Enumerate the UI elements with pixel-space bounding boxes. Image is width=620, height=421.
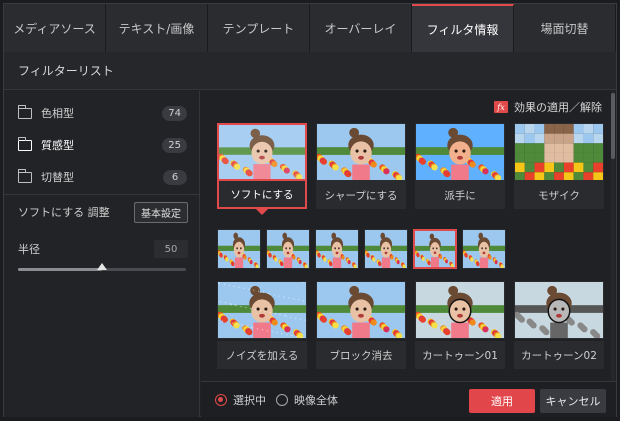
category-label: 質感型 <box>41 139 74 152</box>
footer-bar: 選択中 映像全体 適用 キャンセル <box>201 381 616 417</box>
filter-thumb-cartoon1[interactable] <box>415 281 505 339</box>
tab-media-source[interactable]: メディアソース <box>4 4 106 52</box>
adjust-title: ソフトにする 調整 <box>18 206 110 219</box>
category-list: 色相型 74 質感型 25 切替型 6 <box>4 91 199 195</box>
filter-variant[interactable] <box>462 229 506 269</box>
apply-effect-label: 効果の適用／解除 <box>514 101 602 114</box>
radius-slider[interactable] <box>18 263 186 271</box>
filter-variant[interactable] <box>217 229 261 269</box>
filter-gallery: fx 効果の適用／解除 ソフトにする シャープにする 派手に モザイク ノイズを… <box>201 91 616 381</box>
selected-caret-icon <box>256 209 268 215</box>
tab-text-image[interactable]: テキスト/画像 <box>106 4 208 52</box>
category-count: 6 <box>163 169 187 185</box>
filter-thumb-vivid[interactable] <box>415 123 505 181</box>
filter-variant[interactable] <box>315 229 359 269</box>
cancel-button[interactable]: キャンセル <box>540 389 606 413</box>
filter-label-cartoon2[interactable]: カートゥーン02 <box>514 341 604 369</box>
adjust-row: ソフトにする 調整 基本設定 <box>4 197 200 227</box>
filter-label-cartoon1[interactable]: カートゥーン01 <box>415 341 505 369</box>
filter-label-block[interactable]: ブロック消去 <box>316 341 406 369</box>
filter-thumb-mosaic[interactable] <box>514 123 604 181</box>
folder-open-icon <box>17 136 32 151</box>
filter-thumb-noise[interactable] <box>217 281 307 339</box>
filter-variant[interactable] <box>364 229 408 269</box>
filter-label-sharp[interactable]: シャープにする <box>316 181 406 209</box>
filter-thumb-cartoon2[interactable] <box>514 281 604 339</box>
folder-icon <box>17 104 32 119</box>
apply-effect-toggle[interactable]: fx 効果の適用／解除 <box>494 99 602 115</box>
tab-scene-transition[interactable]: 場面切替 <box>514 4 616 52</box>
filter-label-soft[interactable]: ソフトにする <box>217 181 307 209</box>
gallery-scrollbar[interactable] <box>611 91 615 381</box>
category-sidebar: 色相型 74 質感型 25 切替型 6 ソフトにする 調整 基本設定 半径 50 <box>4 91 200 417</box>
folder-icon <box>17 168 32 183</box>
category-texture[interactable]: 質感型 25 <box>4 129 199 161</box>
radio-whole-video[interactable] <box>276 393 288 406</box>
tab-filter-info[interactable]: フィルタ情報 <box>412 4 514 52</box>
filter-list-title: フィルターリスト <box>4 52 616 90</box>
filter-variant[interactable] <box>266 229 310 269</box>
filter-thumb-block[interactable] <box>316 281 406 339</box>
filter-thumb-sharp[interactable] <box>316 123 406 181</box>
tab-template[interactable]: テンプレート <box>208 4 310 52</box>
radio-whole-label[interactable]: 映像全体 <box>294 392 338 408</box>
category-switch[interactable]: 切替型 6 <box>4 161 199 193</box>
filter-variant-selected[interactable] <box>413 229 457 269</box>
radius-value-field[interactable]: 50 <box>154 240 188 258</box>
scrollbar-thumb[interactable] <box>611 93 615 159</box>
filter-label-noise[interactable]: ノイズを加える <box>217 341 307 369</box>
filter-label-vivid[interactable]: 派手に <box>415 181 505 209</box>
filter-thumb-soft[interactable] <box>217 123 307 181</box>
fx-icon: fx <box>494 101 508 113</box>
slider-thumb[interactable] <box>97 263 107 270</box>
radius-row: 半径 50 <box>4 239 200 259</box>
apply-button[interactable]: 適用 <box>469 389 535 413</box>
category-count: 25 <box>162 137 187 153</box>
radio-selected-label[interactable]: 選択中 <box>233 392 266 408</box>
category-label: 色相型 <box>41 107 74 120</box>
filter-panel: メディアソース テキスト/画像 テンプレート オーバーレイ フィルタ情報 場面切… <box>3 3 617 417</box>
tab-overlay[interactable]: オーバーレイ <box>310 4 412 52</box>
category-hue[interactable]: 色相型 74 <box>4 97 199 129</box>
basic-settings-button[interactable]: 基本設定 <box>134 201 188 223</box>
radius-label: 半径 <box>18 243 40 256</box>
slider-fill <box>18 268 102 271</box>
filter-label-mosaic[interactable]: モザイク <box>514 181 604 209</box>
category-label: 切替型 <box>41 171 74 184</box>
category-count: 74 <box>162 105 187 121</box>
tab-bar: メディアソース テキスト/画像 テンプレート オーバーレイ フィルタ情報 場面切… <box>4 4 616 52</box>
radio-selected-clip[interactable] <box>215 393 227 406</box>
